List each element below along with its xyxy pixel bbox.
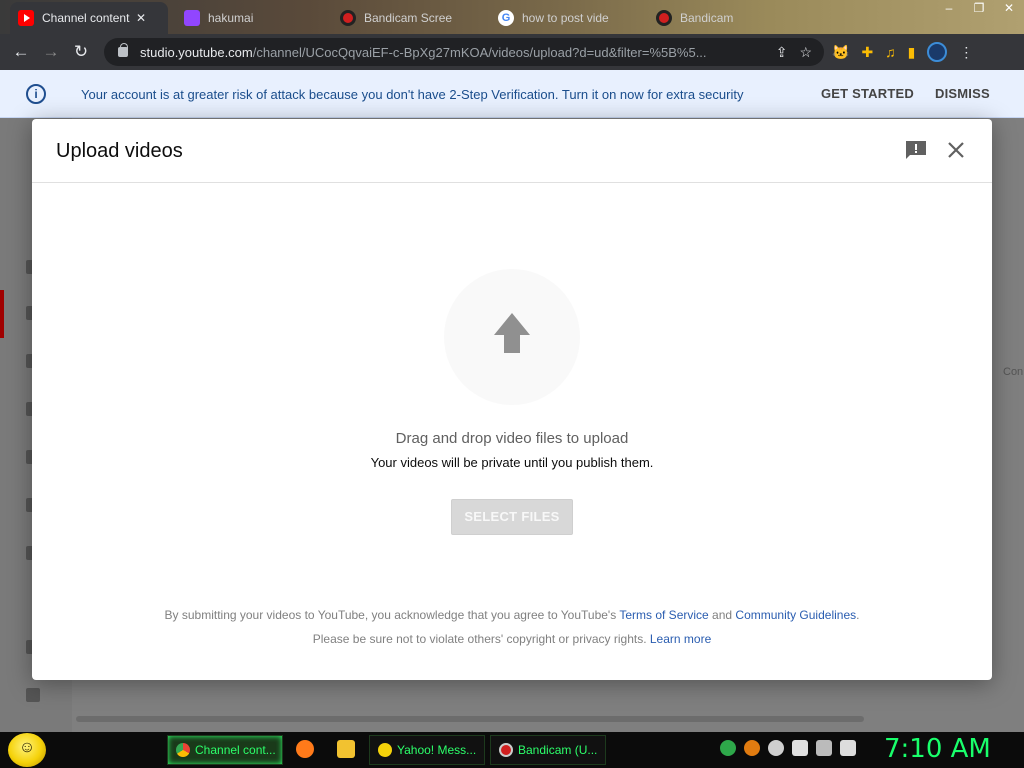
browser-window: Channel content ✕ hakumai Bandicam Scree…	[0, 0, 1024, 732]
tab-hakumai[interactable]: hakumai	[176, 2, 326, 34]
yahoo-messenger-icon	[378, 743, 392, 757]
tray-network-icon[interactable]	[816, 740, 832, 756]
tray-flag-icon[interactable]	[792, 740, 808, 756]
back-icon[interactable]: ←	[6, 42, 36, 62]
url-text: studio.youtube.com/channel/UCocQqvaiEF-c…	[140, 44, 707, 60]
community-guidelines-link[interactable]: Community Guidelines	[735, 608, 856, 622]
tab-strip: Channel content ✕ hakumai Bandicam Scree…	[0, 0, 1024, 34]
restore-icon[interactable]: ❐	[964, 0, 994, 18]
info-icon: i	[26, 84, 46, 104]
rights-notice: Please be sure not to violate others' co…	[312, 632, 712, 646]
bandicam-icon	[499, 743, 513, 757]
tab-bandicam[interactable]: Bandicam	[648, 2, 788, 34]
tab-label: Bandicam	[680, 11, 734, 25]
reload-icon[interactable]: ↻	[66, 42, 96, 62]
tab-channel-content[interactable]: Channel content ✕	[10, 2, 168, 34]
tray-search-icon[interactable]	[744, 740, 760, 756]
tray-volume-icon[interactable]	[840, 740, 856, 756]
extensions-area: 🐱 ✚ ♫ ▮ ⋮	[832, 34, 973, 70]
studio-right-text: Con	[1003, 366, 1024, 378]
upload-arrow-icon	[494, 313, 530, 353]
minimize-icon[interactable]: –	[934, 0, 964, 18]
banner-message: Your account is at greater risk of attac…	[81, 87, 744, 102]
tab-how-to-post[interactable]: G how to post vide	[490, 2, 640, 34]
chrome-icon	[176, 743, 190, 757]
tab-label: Channel content	[42, 11, 130, 25]
select-files-button[interactable]: SELECT FILES	[451, 499, 573, 535]
send-feedback-icon	[26, 688, 40, 702]
google-icon: G	[498, 10, 514, 26]
taskbar-item-yahoo-messenger[interactable]: Yahoo! Mess...	[369, 735, 485, 765]
terms-of-service-link[interactable]: Terms of Service	[619, 608, 708, 622]
upload-videos-dialog: Upload videos Drag and drop video files …	[32, 119, 992, 680]
bookmark-star-icon[interactable]: ☆	[799, 44, 812, 61]
dialog-header: Upload videos	[32, 119, 992, 183]
bandicam-icon	[656, 10, 672, 26]
forward-icon[interactable]: →	[36, 42, 66, 62]
bandicam-icon	[340, 10, 356, 26]
media-control-icon[interactable]: ♫	[885, 44, 896, 60]
browser-menu-icon[interactable]: ⋮	[959, 44, 973, 61]
security-banner: i Your account is at greater risk of att…	[0, 70, 1024, 118]
tray-messenger-icon[interactable]	[768, 740, 784, 756]
profile-avatar-icon[interactable]	[927, 42, 948, 62]
extension-cat-icon[interactable]: 🐱	[832, 44, 849, 61]
taskbar-item-bandicam[interactable]: Bandicam (U...	[490, 735, 606, 765]
start-button[interactable]: ☺	[8, 733, 46, 767]
tab-label: how to post vide	[522, 11, 609, 25]
tab-label: Bandicam Scree	[364, 11, 452, 25]
dismiss-button[interactable]: DISMISS	[935, 86, 990, 101]
terms-notice: By submitting your videos to YouTube, yo…	[164, 608, 860, 622]
feedback-icon[interactable]	[905, 140, 927, 160]
youtube-icon	[18, 10, 34, 26]
tray-green-icon[interactable]	[720, 740, 736, 756]
browser-toolbar: ← → ↻ studio.youtube.com/channel/UCocQqv…	[0, 34, 1024, 70]
folder-icon[interactable]	[337, 740, 355, 758]
lock-icon	[118, 43, 128, 57]
close-window-icon[interactable]: ✕	[994, 0, 1024, 18]
close-tab-icon[interactable]: ✕	[136, 11, 146, 25]
drag-drop-text: Drag and drop video files to upload	[395, 430, 629, 447]
window-controls: – ❐ ✕	[934, 0, 1024, 18]
side-panel-icon[interactable]: ▮	[908, 44, 916, 61]
tab-label: hakumai	[208, 11, 254, 25]
horizontal-scrollbar[interactable]	[76, 716, 864, 722]
address-bar[interactable]: studio.youtube.com/channel/UCocQqvaiEF-c…	[104, 38, 824, 66]
taskbar-clock: 7:10 AM	[884, 734, 991, 764]
firefox-icon[interactable]	[296, 740, 314, 758]
tab-bandicam-screen[interactable]: Bandicam Scree	[332, 2, 482, 34]
system-tray	[720, 740, 856, 756]
active-nav-indicator	[0, 290, 4, 338]
get-started-button[interactable]: GET STARTED	[821, 86, 914, 101]
dialog-title: Upload videos	[56, 140, 183, 162]
taskbar: ☺ Channel cont... Yahoo! Mess... Bandica…	[0, 732, 1024, 768]
taskbar-item-chrome[interactable]: Channel cont...	[167, 735, 283, 765]
close-icon[interactable]	[946, 140, 966, 160]
smiley-icon: ☺	[18, 739, 36, 756]
twitch-icon	[184, 10, 200, 26]
private-notice: Your videos will be private until you pu…	[370, 455, 654, 470]
share-icon[interactable]: ⇪	[776, 44, 788, 61]
extensions-puzzle-icon[interactable]: ✚	[861, 44, 873, 61]
learn-more-link[interactable]: Learn more	[650, 632, 711, 646]
